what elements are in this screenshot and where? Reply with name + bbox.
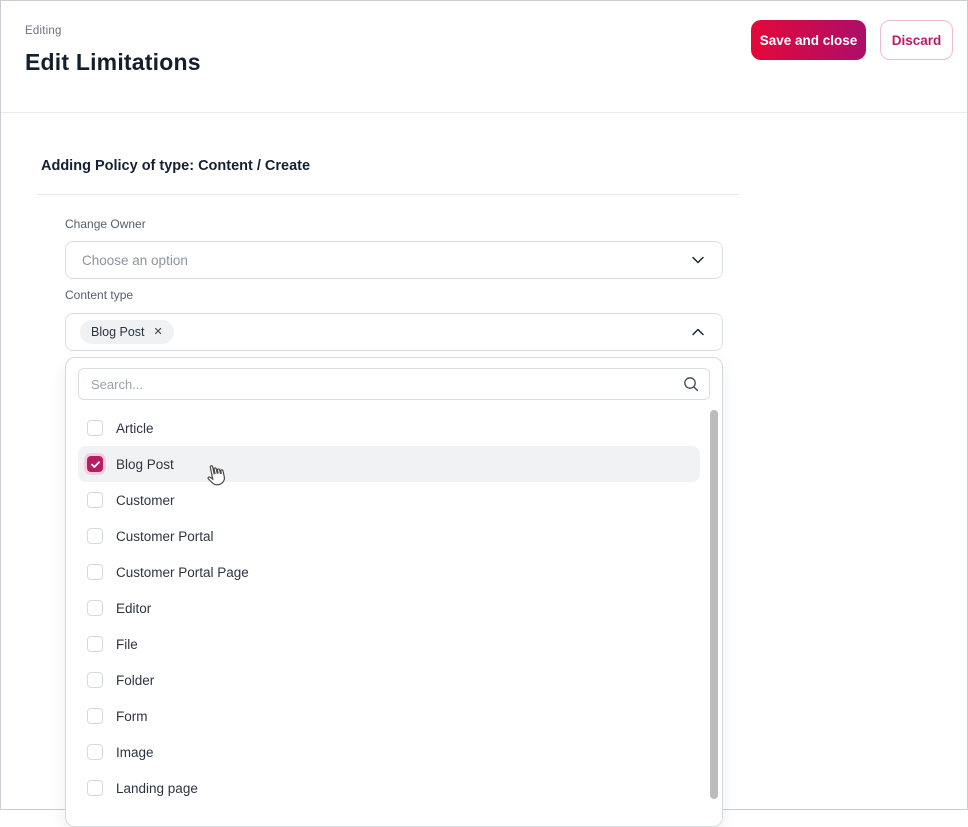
breadcrumb-editing: Editing <box>25 25 62 37</box>
dropdown-option[interactable]: Form <box>78 698 700 734</box>
search-field <box>78 368 710 400</box>
scrollbar-thumb[interactable] <box>710 410 718 799</box>
option-label: Folder <box>116 672 155 688</box>
dropdown-option[interactable]: Editor <box>78 590 700 626</box>
discard-button[interactable]: Discard <box>880 20 953 60</box>
option-list: Article Blog Post Customer Customer Port… <box>66 410 722 806</box>
option-checkbox[interactable] <box>87 672 103 688</box>
option-checkbox[interactable] <box>87 528 103 544</box>
dropdown-option[interactable]: Customer Portal <box>78 518 700 554</box>
option-label: Blog Post <box>116 456 174 472</box>
section-heading: Adding Policy of type: Content / Create <box>41 158 311 174</box>
option-label: Customer Portal Page <box>116 564 249 580</box>
search-input[interactable] <box>78 368 710 400</box>
change-owner-select[interactable]: Choose an option <box>65 241 723 279</box>
dropdown-option[interactable]: Folder <box>78 662 700 698</box>
content-type-dropdown: Article Blog Post Customer Customer Port… <box>65 357 723 827</box>
option-checkbox[interactable] <box>87 564 103 580</box>
option-checkbox[interactable] <box>87 636 103 652</box>
option-label: Editor <box>116 600 152 616</box>
option-label: Article <box>116 420 154 436</box>
dropdown-option[interactable]: File <box>78 626 700 662</box>
save-and-close-button[interactable]: Save and close <box>751 20 866 60</box>
page-title: Edit Limitations <box>25 49 201 75</box>
option-checkbox[interactable] <box>87 600 103 616</box>
scrollbar[interactable] <box>709 404 719 820</box>
option-label: Image <box>116 744 154 760</box>
option-label: Customer <box>116 492 175 508</box>
option-label: Form <box>116 708 148 724</box>
option-checkbox[interactable] <box>87 420 103 436</box>
option-label: Landing page <box>116 780 198 796</box>
change-owner-label: Change Owner <box>65 217 146 231</box>
change-owner-placeholder: Choose an option <box>82 252 188 268</box>
dropdown-option[interactable]: Blog Post <box>78 446 700 482</box>
remove-tag-icon[interactable]: ✕ <box>154 326 163 338</box>
option-checkbox[interactable] <box>87 708 103 724</box>
option-checkbox[interactable] <box>87 780 103 796</box>
dropdown-option[interactable]: Customer <box>78 482 700 518</box>
option-checkbox[interactable] <box>87 492 103 508</box>
option-label: Customer Portal <box>116 528 214 544</box>
edit-limitations-page: { "header": { "eyebrow": "Editing", "tit… <box>0 0 968 827</box>
dropdown-option[interactable]: Customer Portal Page <box>78 554 700 590</box>
dropdown-option[interactable]: Article <box>78 410 700 446</box>
search-icon <box>682 375 700 393</box>
tag-label: Blog Post <box>91 325 145 339</box>
section-divider <box>37 194 739 195</box>
content-type-select[interactable]: Blog Post ✕ <box>65 313 723 351</box>
option-label: File <box>116 636 138 652</box>
dropdown-option[interactable]: Landing page <box>78 770 700 806</box>
selected-tag-blog-post[interactable]: Blog Post ✕ <box>80 320 174 344</box>
dropdown-option[interactable]: Image <box>78 734 700 770</box>
chevron-up-icon <box>690 324 706 340</box>
option-checkbox[interactable] <box>87 744 103 760</box>
page-header: Editing Edit Limitations Save and close … <box>1 1 967 113</box>
content-type-label: Content type <box>65 288 134 302</box>
option-checkbox[interactable] <box>87 456 103 472</box>
chevron-down-icon <box>690 252 706 268</box>
